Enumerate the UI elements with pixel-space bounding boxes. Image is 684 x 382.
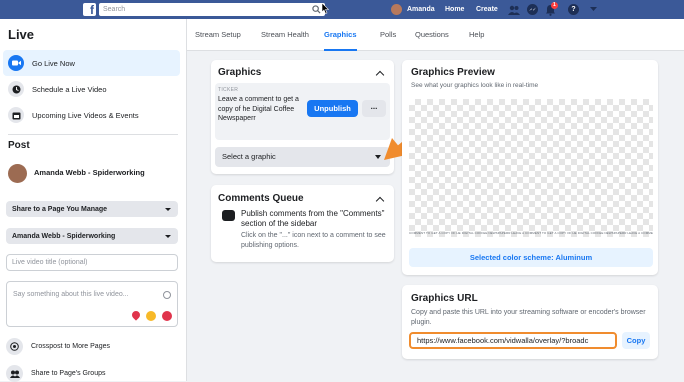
graphics-preview-subtitle: See what your graphics look like in real…: [411, 82, 539, 89]
preview-ticker-strip: COMMENT TO GET A COPY OF HE DIGITAL COFF…: [409, 231, 653, 235]
color-scheme-button[interactable]: Selected color scheme: Aluminum: [409, 248, 653, 267]
graphics-url-field[interactable]: https://www.facebook.com/vidwalla/overla…: [409, 332, 617, 349]
copy-button[interactable]: Copy: [622, 332, 650, 349]
comments-queue-title: Comments Queue: [218, 193, 304, 204]
comment-bubble-icon: [222, 210, 235, 221]
comments-queue-subtext: Click on the "..." icon next to a commen…: [241, 232, 386, 249]
graphics-url-title: Graphics URL: [411, 293, 478, 304]
comments-queue-text: Publish comments from the "Comments" sec…: [241, 209, 385, 228]
graphics-preview-title: Graphics Preview: [411, 67, 495, 78]
graphics-url-description: Copy and paste this URL into your stream…: [411, 309, 646, 326]
graphics-preview-canvas: COMMENT TO GET A COPY OF HE DIGITAL COFF…: [409, 99, 653, 237]
